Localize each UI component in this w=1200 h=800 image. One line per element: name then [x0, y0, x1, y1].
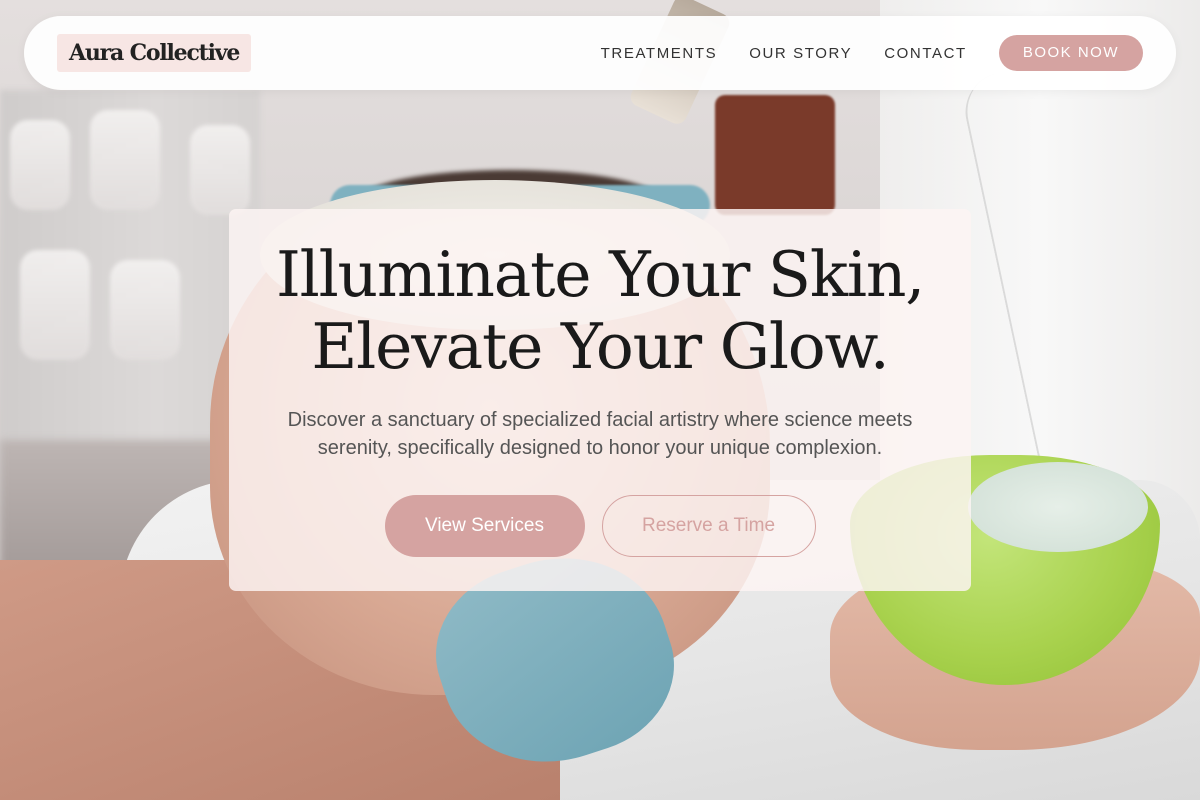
background-bottle [90, 110, 160, 210]
site-header: Aura Collective TREATMENTS OUR STORY CON… [24, 16, 1176, 90]
hero-title: Illuminate Your Skin, Elevate Your Glow. [229, 239, 971, 383]
background-bottle [20, 250, 90, 360]
nav-link-treatments[interactable]: TREATMENTS [601, 45, 718, 62]
main-nav: TREATMENTS OUR STORY CONTACT BOOK NOW [569, 35, 1143, 71]
nav-link-contact[interactable]: CONTACT [884, 45, 967, 62]
background-bottle [110, 260, 180, 360]
background-bowl-cream [968, 462, 1148, 552]
hero-card: Illuminate Your Skin, Elevate Your Glow.… [229, 209, 971, 591]
view-services-button[interactable]: View Services [384, 495, 585, 557]
hero-title-line-2: Elevate Your Glow. [311, 310, 889, 383]
background-bottle [190, 125, 250, 215]
brand-logo[interactable]: Aura Collective [57, 34, 252, 72]
hero-title-line-1: Illuminate Your Skin, [275, 238, 925, 311]
reserve-a-time-button[interactable]: Reserve a Time [601, 495, 816, 557]
nav-link-our-story[interactable]: OUR STORY [749, 45, 852, 62]
background-bottle [10, 120, 70, 210]
hero-subtitle: Discover a sanctuary of specialized faci… [287, 409, 913, 459]
hero-actions: View Services Reserve a Time [229, 495, 971, 557]
background-chair [715, 95, 835, 215]
book-now-button[interactable]: BOOK NOW [998, 35, 1143, 71]
